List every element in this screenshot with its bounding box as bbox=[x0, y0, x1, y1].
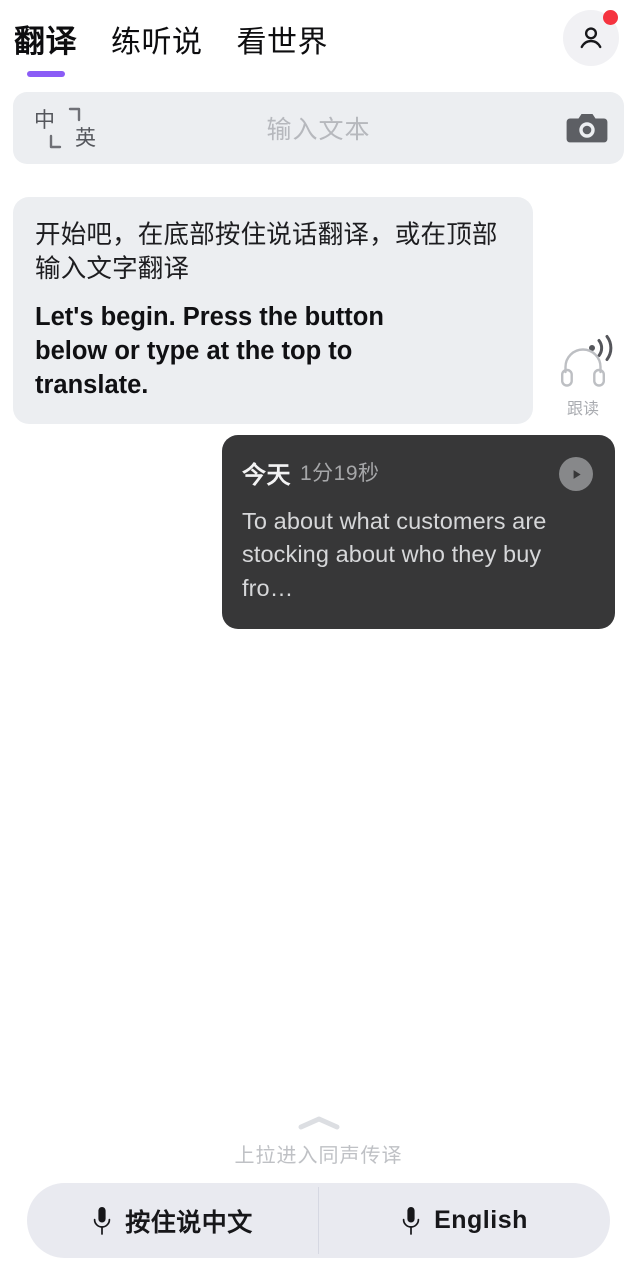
follow-read-label: 跟读 bbox=[566, 401, 599, 418]
message-bubble-system[interactable]: 开始吧，在底部按住说话翻译，或在顶部输入文字翻译 Let's begin. Pr… bbox=[13, 197, 533, 425]
pull-up-interpreter-hint[interactable]: 上拉进入同声传译 bbox=[0, 1115, 637, 1168]
translation-app-screen: 翻译 练听说 看世界 中 英 输入文本 开始吧，在底部按住说话翻译，或在顶部输入… bbox=[0, 0, 637, 1280]
chevron-up-icon bbox=[298, 1116, 339, 1130]
person-icon bbox=[580, 27, 602, 49]
language-pair: 中 英 bbox=[34, 103, 96, 153]
recording-transcript: To about what customers are stocking abo… bbox=[242, 508, 547, 601]
active-tab-underline bbox=[26, 71, 65, 77]
tab-translate-label: 翻译 bbox=[14, 24, 77, 59]
language-from-label: 中 bbox=[34, 109, 55, 132]
recording-header: 今天 1分19秒 bbox=[242, 455, 593, 491]
text-input-placeholder[interactable]: 输入文本 bbox=[117, 110, 550, 146]
camera-button[interactable] bbox=[550, 92, 624, 164]
text-input-bar[interactable]: 中 英 输入文本 bbox=[13, 92, 624, 164]
recording-day-label: 今天 bbox=[242, 461, 291, 489]
mic-button-chinese[interactable]: 按住说中文 bbox=[27, 1183, 318, 1258]
language-to-label: 英 bbox=[75, 127, 96, 150]
tab-bar: 翻译 练听说 看世界 bbox=[14, 16, 329, 77]
tab-translate[interactable]: 翻译 bbox=[14, 16, 77, 77]
message-translated-text: Let's begin. Press the button below or t… bbox=[35, 303, 384, 399]
tab-see-world[interactable]: 看世界 bbox=[237, 17, 329, 65]
microphone-icon bbox=[93, 1206, 111, 1235]
follow-read-button[interactable]: 跟读 bbox=[552, 346, 614, 419]
microphone-button-bar: 按住说中文 English bbox=[27, 1183, 610, 1258]
microphone-icon bbox=[402, 1206, 420, 1235]
mic-button-chinese-label: 按住说中文 bbox=[125, 1208, 253, 1237]
mic-button-english-label: English bbox=[434, 1206, 528, 1234]
tab-listen-speak[interactable]: 练听说 bbox=[111, 17, 203, 65]
tab-see-world-label: 看世界 bbox=[236, 26, 328, 59]
message-source-text: 开始吧，在底部按住说话翻译，或在顶部输入文字翻译 bbox=[35, 221, 498, 284]
play-button[interactable] bbox=[559, 457, 593, 491]
headphones-icon bbox=[561, 348, 605, 387]
pull-up-label: 上拉进入同声传译 bbox=[234, 1145, 403, 1167]
recording-duration: 1分19秒 bbox=[300, 462, 380, 485]
play-icon bbox=[573, 469, 581, 479]
avatar-container bbox=[563, 10, 619, 66]
conversation-list: 开始吧，在底部按住说话翻译，或在顶部输入文字翻译 Let's begin. Pr… bbox=[0, 178, 637, 1058]
notification-badge bbox=[603, 10, 618, 25]
top-navigation-bar: 翻译 练听说 看世界 bbox=[0, 0, 637, 82]
message-bubble-recording[interactable]: 今天 1分19秒 To about what customers are sto… bbox=[222, 435, 615, 630]
tab-listen-speak-label: 练听说 bbox=[111, 26, 203, 59]
mic-button-english[interactable]: English bbox=[319, 1183, 610, 1258]
language-pair-switcher[interactable]: 中 英 bbox=[13, 92, 117, 164]
camera-icon bbox=[566, 114, 608, 143]
